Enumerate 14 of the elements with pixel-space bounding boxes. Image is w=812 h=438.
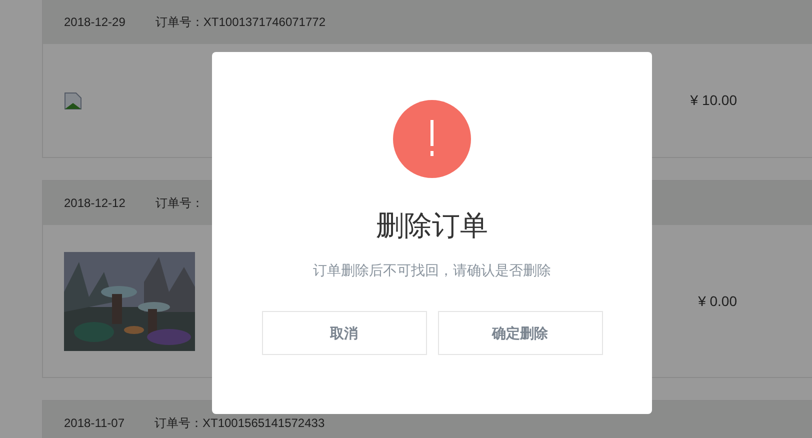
order-number: 订单号： [155,195,204,212]
order-date: 2018-11-07 [64,415,124,432]
broken-image-icon [64,92,82,110]
cancel-button[interactable]: 取消 [262,311,426,355]
dialog-message: 订单删除后不可找回，请确认是否删除 [313,261,551,280]
order-price: ¥ 0.00 [698,292,737,310]
order-number: 订单号：XT1001371746071772 [155,14,326,31]
order-number: 订单号：XT1001565141572433 [154,415,325,432]
dialog-title: 删除订单 [376,209,488,243]
order-date: 2018-12-29 [64,14,126,31]
order-date: 2018-12-12 [64,195,126,212]
confirm-delete-button[interactable]: 确定删除 [438,311,602,355]
order-price: ¥ 10.00 [690,91,737,110]
alert-icon [393,100,471,178]
